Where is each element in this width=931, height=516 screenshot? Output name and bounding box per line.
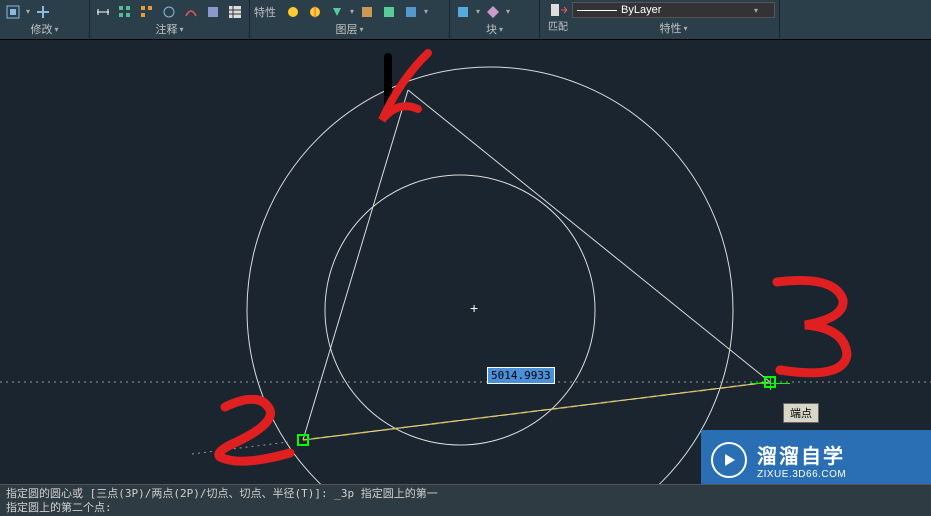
layer-icon-1[interactable] <box>284 3 302 21</box>
watermark-banner: 溜溜自学 ZIXUE.3D66.COM <box>701 430 931 484</box>
match-label[interactable]: 匹配 <box>548 18 568 33</box>
array-icon[interactable] <box>116 3 134 21</box>
play-icon <box>711 442 747 478</box>
dropdown-icon[interactable]: ▾ <box>26 7 30 16</box>
ribbon-bar: ▾ 修改▾ 注释▾ 特性 ▾ ▾ 图层▾ <box>0 0 931 40</box>
ribbon-panel-modify: ▾ 修改▾ <box>0 0 90 39</box>
watermark-title: 溜溜自学 <box>757 440 846 469</box>
ribbon-panel-block: ▾ ▾ 块▾ <box>450 0 540 39</box>
block-icon-2[interactable] <box>484 3 502 21</box>
move-icon[interactable] <box>4 3 22 21</box>
command-line[interactable]: 指定圆的圆心或 [三点(3P)/两点(2P)/切点、切点、半径(T)]: _3p… <box>0 484 931 516</box>
panel-label-annotation[interactable]: 注释▾ <box>94 21 245 39</box>
array2-icon[interactable] <box>138 3 156 21</box>
layer-icon-4[interactable] <box>358 3 376 21</box>
panel-label-block[interactable]: 块▾ <box>454 21 535 39</box>
panel-label-layer[interactable]: 图层▾ <box>254 21 445 39</box>
layer-icon-6[interactable] <box>402 3 420 21</box>
dropdown-icon[interactable]: ▾ <box>350 7 354 16</box>
table-icon[interactable] <box>226 3 244 21</box>
ribbon-panel-properties: 匹配 ByLayer ▾ 特性▾ <box>540 0 780 39</box>
ribbon-panel-annotation: 注释▾ <box>90 0 250 39</box>
panel-label-properties[interactable]: 特性▾ <box>572 20 775 38</box>
osnap-tooltip: 端点 <box>783 403 819 423</box>
dropdown-icon[interactable]: ▾ <box>506 7 510 16</box>
layer-icon-2[interactable] <box>306 3 324 21</box>
tool5-icon[interactable] <box>204 3 222 21</box>
command-history-line: 指定圆的圆心或 [三点(3P)/两点(2P)/切点、切点、半径(T)]: _3p… <box>6 487 925 501</box>
layer-icon-5[interactable] <box>380 3 398 21</box>
dropdown-icon[interactable]: ▾ <box>476 7 480 16</box>
bylayer-text: ByLayer <box>621 4 661 16</box>
layer-icon-3[interactable] <box>328 3 346 21</box>
tool4-icon[interactable] <box>182 3 200 21</box>
layer-prop-label[interactable]: 特性 <box>254 4 276 20</box>
ribbon-panel-layer: 特性 ▾ ▾ 图层▾ <box>250 0 450 39</box>
panel-label-modify[interactable]: 修改▾ <box>4 21 85 39</box>
drawing-canvas[interactable]: + 5014.9933 端点 溜溜自学 ZIXUE.3D66.COM <box>0 40 931 484</box>
match-prop-icon[interactable] <box>549 2 567 18</box>
command-prompt-line: 指定圆上的第二个点: <box>6 501 925 515</box>
linetype-combo[interactable]: ByLayer ▾ <box>572 2 775 18</box>
dropdown-icon[interactable]: ▾ <box>424 7 428 16</box>
osnap-endpoint-marker <box>764 376 776 388</box>
dynamic-input[interactable]: 5014.9933 <box>487 367 555 384</box>
tool3-icon[interactable] <box>160 3 178 21</box>
osnap-endpoint-marker-2 <box>297 434 309 446</box>
watermark-url: ZIXUE.3D66.COM <box>757 469 846 480</box>
dimension-icon[interactable] <box>94 3 112 21</box>
tool-icon[interactable] <box>34 3 52 21</box>
block-icon-1[interactable] <box>454 3 472 21</box>
